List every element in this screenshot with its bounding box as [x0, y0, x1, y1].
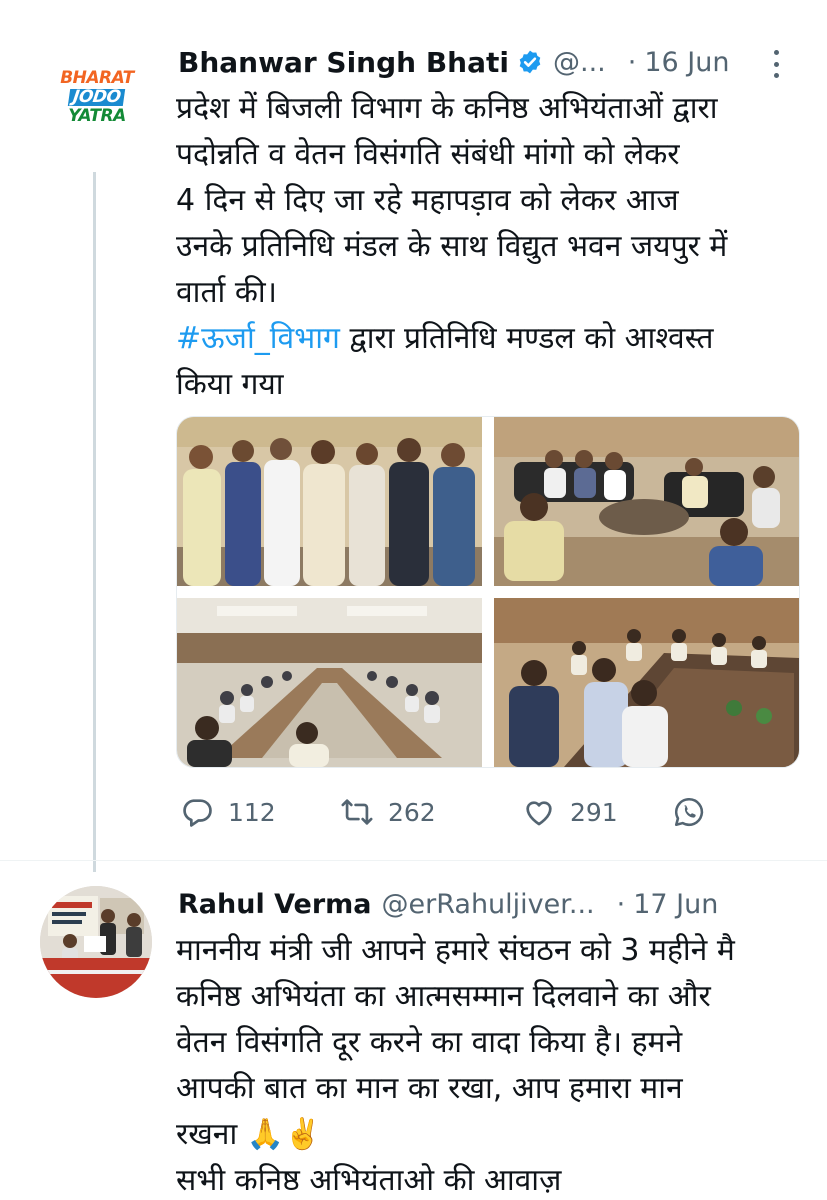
whatsapp-share-button[interactable]	[672, 795, 706, 829]
tweet-bhanwar-singh-bhati[interactable]: BHARAT JODO YATRA Bhanwar Singh Bhati @.…	[0, 0, 827, 872]
tweet-text-line: वार्ता की।	[176, 275, 278, 310]
author-handle[interactable]: @erRahuljiver...	[382, 889, 595, 920]
tweet-text-line: कनिष्ठ अभियंता का आत्मसम्मान दिलवाने का …	[176, 979, 711, 1014]
avatar-logo-line-1: BHARAT	[60, 67, 134, 88]
reply-button[interactable]: 112	[180, 795, 340, 829]
tweet-text-line: आपकी बात का मान का रखा, आप हमारा मान	[176, 1071, 683, 1106]
reply-icon	[183, 799, 212, 827]
like-button[interactable]: 291	[522, 795, 672, 829]
tweet-text-line: माननीय मंत्री जी आपने हमारे संघठन को 3 म…	[176, 933, 735, 968]
avatar-logo-line-3: YATRA	[68, 105, 126, 126]
like-count: 291	[570, 797, 618, 827]
bharat-jodo-yatra-avatar[interactable]: BHARAT JODO YATRA	[44, 44, 150, 150]
rahul-verma-avatar[interactable]	[40, 886, 152, 998]
photo-2-meeting-room-sofas[interactable]	[494, 417, 799, 586]
tweet-text-line-with-emoji: रखना 🙏✌️	[176, 1112, 796, 1158]
more-options-icon[interactable]	[772, 50, 780, 78]
photo-1-delegation-group[interactable]	[177, 417, 482, 586]
thread-connector-line	[93, 172, 96, 872]
photo-grid	[176, 416, 800, 768]
separator-dot: ·	[616, 888, 626, 920]
retweet-count: 262	[388, 797, 436, 827]
photo-3-conference-hall[interactable]	[177, 598, 482, 767]
tweet-text-line: प्रदेश में बिजली विभाग के कनिष्ठ अभियंता…	[176, 91, 718, 126]
tweet-timestamp[interactable]: 16 Jun	[644, 47, 729, 78]
tweet-text-fragment: रखना	[176, 1117, 238, 1152]
author-handle[interactable]: @...	[553, 47, 606, 78]
verified-badge-icon	[517, 49, 543, 75]
tweet-text: प्रदेश में बिजली विभाग के कनिष्ठ अभियंता…	[176, 86, 796, 408]
separator-dot: ·	[627, 46, 637, 78]
photo-4-meeting-table[interactable]	[494, 598, 799, 767]
tweet-text-line: पदोन्नति व वेतन विसंगति संबंधी मांगो को …	[176, 137, 680, 172]
tweet-header: Bhanwar Singh Bhati @... · 16 Jun	[178, 40, 798, 84]
author-name[interactable]: Bhanwar Singh Bhati	[178, 46, 509, 79]
tweet-text-line: 4 दिन से दिए जा रहे महापड़ाव को लेकर आज	[176, 183, 679, 218]
whatsapp-share-icon	[674, 797, 704, 827]
hashtag-link[interactable]: #ऊर्जा_विभाग	[176, 321, 340, 356]
retweet-icon	[341, 799, 373, 825]
author-name[interactable]: Rahul Verma	[178, 889, 372, 920]
folded-hands-victory-emoji: 🙏✌️	[246, 1117, 322, 1152]
tweet-text-line: किया गया	[176, 367, 284, 402]
tweet-text-line: वेतन विसंगति दूर करने का वादा किया है। ह…	[176, 1025, 683, 1060]
retweet-button[interactable]: 262	[340, 795, 522, 829]
tweet-feed: BHARAT JODO YATRA Bhanwar Singh Bhati @.…	[0, 0, 827, 1200]
tweet-text: माननीय मंत्री जी आपने हमारे संघठन को 3 म…	[176, 928, 796, 1200]
tweet-text-line: उनके प्रतिनिधि मंडल के साथ विद्युत भवन ज…	[176, 229, 728, 264]
tweet-timestamp[interactable]: 17 Jun	[633, 889, 718, 920]
tweet-text-line-hashtag: #ऊर्जा_विभाग द्वारा प्रतिनिधि मण्डल को आ…	[176, 316, 796, 362]
tweet-divider	[0, 860, 827, 861]
avatar-logo-line-2: JODO	[68, 87, 126, 107]
tweet-text-line: सभी कनिष्ठ अभियंताओ की आवाज़	[176, 1163, 562, 1198]
tweet-actions: 112 262 291	[180, 790, 740, 834]
tweet-text-fragment: द्वारा प्रतिनिधि मण्डल को आश्वस्त	[339, 321, 714, 356]
tweet-header: Rahul Verma @erRahuljiver... · 17 Jun	[178, 882, 798, 926]
reply-count: 112	[228, 797, 276, 827]
like-icon	[526, 801, 552, 826]
